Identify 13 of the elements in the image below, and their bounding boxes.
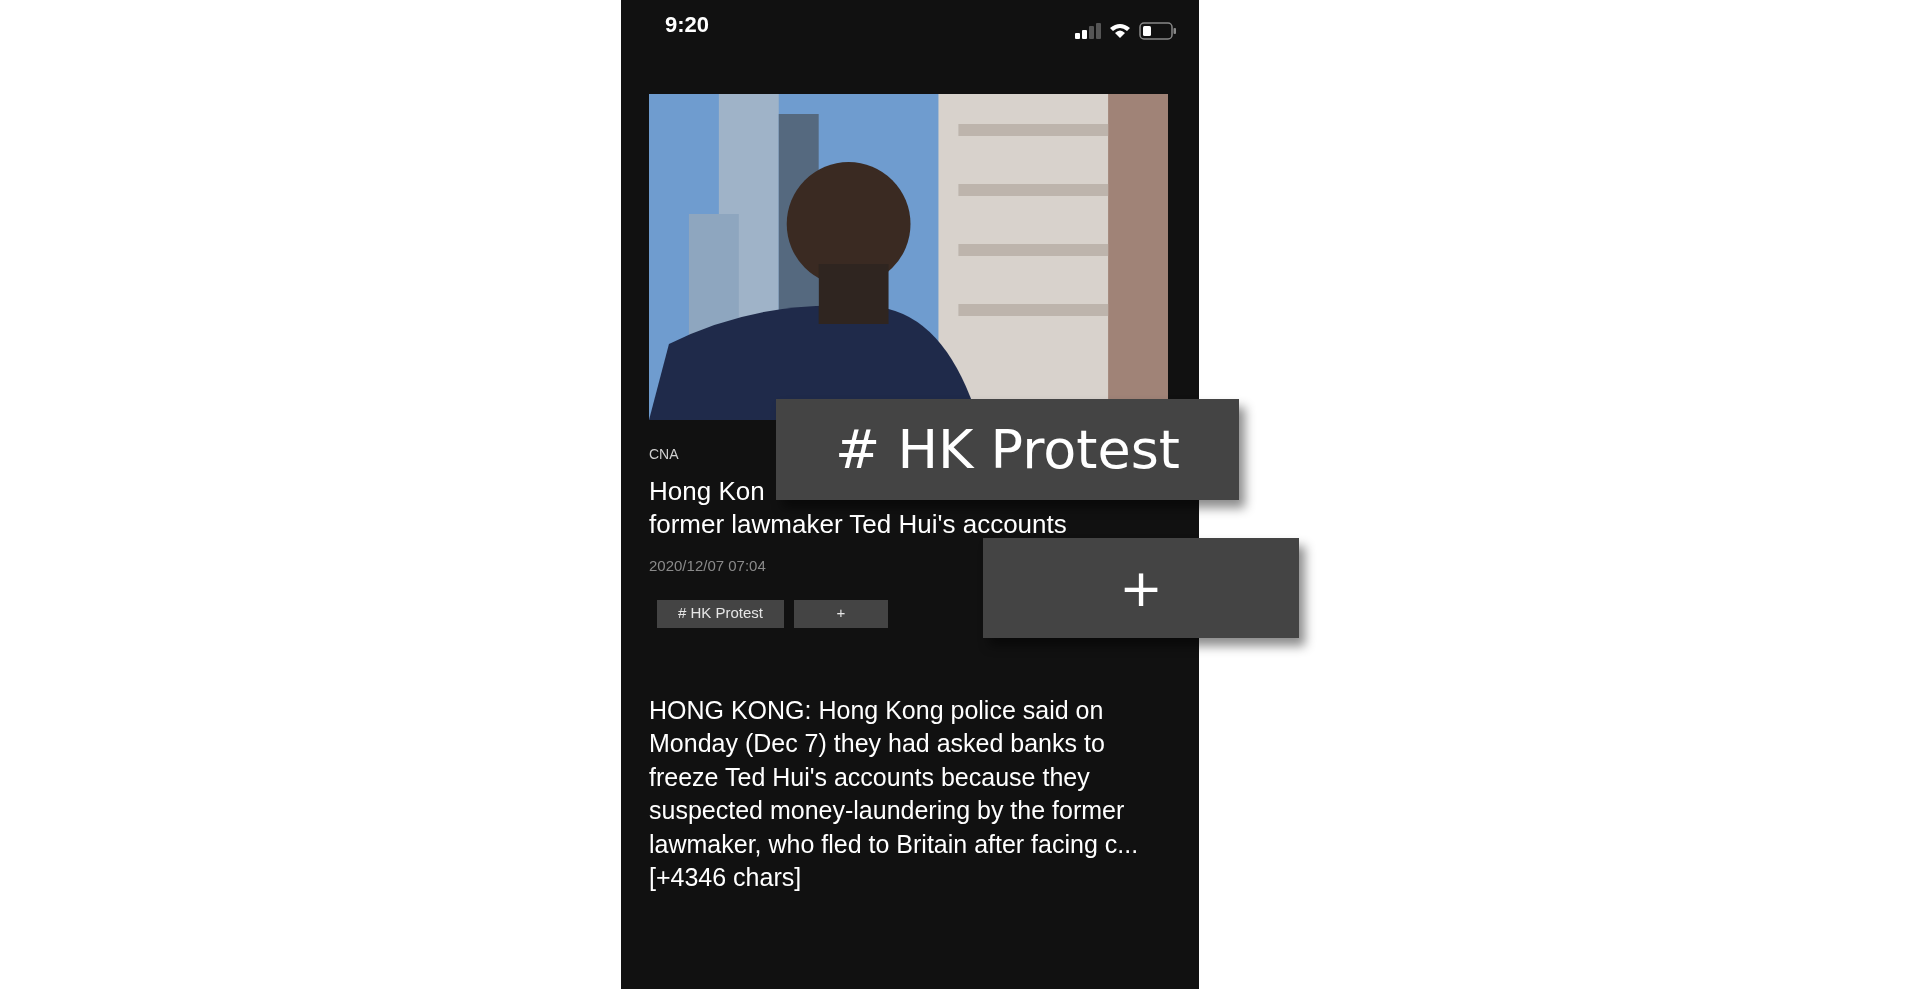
add-tag-button[interactable]: + (794, 599, 888, 628)
battery-icon (1139, 22, 1177, 40)
article-date: 2020/12/07 07:04 (649, 556, 767, 576)
tag-chip[interactable]: # HK Protest (657, 599, 784, 628)
signal-icon (1075, 23, 1101, 39)
headline-line: former lawmaker Ted Hui's accounts (649, 508, 1067, 541)
add-tag-callout: + (983, 538, 1299, 638)
article-source: CNA (649, 445, 679, 464)
tag-callout: # HK Protest (776, 399, 1239, 500)
article-body: HONG KONG: Hong Kong police said on Monday (Dec 7) they had asked banks to freeze Ted Hui's accounts because they suspected money-laundering by the former lawmaker, who fled to Britain after facing c... [+4346 chars] (649, 694, 1140, 893)
wifi-icon (1109, 23, 1131, 39)
headline-line: Hong Kon (649, 475, 765, 508)
status-time: 9:20 (665, 11, 710, 39)
